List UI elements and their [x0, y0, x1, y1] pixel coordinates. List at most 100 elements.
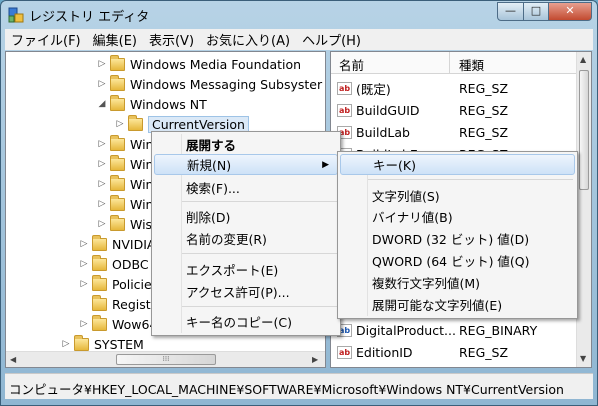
- menu-item-find[interactable]: 検索(F)...: [154, 177, 338, 198]
- menu-item-rename[interactable]: 名前の変更(R): [154, 228, 338, 249]
- list-item[interactable]: ab (既定) REG_SZ: [331, 77, 577, 99]
- submenu-arrow-icon: ▶: [322, 159, 329, 170]
- string-value-icon: ab: [337, 345, 352, 359]
- tree-item-label: CurrentVersion: [148, 115, 249, 133]
- menu-separator: [182, 306, 338, 307]
- value-name: BuildLab: [356, 124, 410, 140]
- value-type: REG_SZ: [459, 344, 509, 360]
- tree-item-label: Windows NT: [130, 96, 207, 112]
- menu-item-new-dword[interactable]: DWORD (32 ビット) 値(D): [340, 228, 575, 249]
- menu-bar: ファイル(F) 編集(E) 表示(V) お気に入り(A) ヘルプ(H): [5, 29, 593, 50]
- menu-item-new-expandable-string[interactable]: 展開可能な文字列値(E): [340, 294, 575, 315]
- menu-view[interactable]: 表示(V): [143, 30, 200, 49]
- list-item[interactable]: ab BuildLab REG_SZ: [331, 121, 577, 143]
- value-name: EditionID: [356, 344, 413, 360]
- folder-icon: [110, 54, 125, 71]
- expand-arrow-icon[interactable]: ▷: [96, 159, 108, 169]
- expand-arrow-icon[interactable]: ▷: [78, 239, 90, 249]
- menu-file[interactable]: ファイル(F): [5, 30, 87, 49]
- menu-item-new-string[interactable]: 文字列値(S): [340, 185, 575, 206]
- scrollbar-thumb[interactable]: ⁞⁞⁞: [116, 354, 216, 365]
- expand-arrow-icon[interactable]: ▷: [60, 339, 72, 349]
- expand-arrow-icon[interactable]: ▷: [78, 279, 90, 289]
- scroll-right-icon[interactable]: ▶: [312, 355, 318, 364]
- menu-edit[interactable]: 編集(E): [87, 30, 143, 49]
- expand-arrow-icon[interactable]: ▷: [96, 179, 108, 189]
- menu-favorites[interactable]: お気に入り(A): [200, 30, 296, 49]
- folder-open-icon: [110, 94, 125, 111]
- folder-icon: [92, 274, 107, 291]
- tree-item[interactable]: ▷ Windows Media Foundation: [96, 54, 301, 74]
- expand-arrow-icon[interactable]: ▷: [78, 259, 90, 269]
- menu-item-new[interactable]: 新規(N) ▶: [154, 154, 338, 175]
- folder-icon: [110, 214, 125, 231]
- scroll-down-icon[interactable]: ▼: [580, 354, 586, 363]
- value-type: REG_BINARY: [459, 322, 538, 338]
- menu-separator: [182, 201, 338, 202]
- menu-separator: [182, 253, 338, 254]
- column-header-type[interactable]: 種類: [459, 55, 484, 74]
- expand-arrow-icon[interactable]: ▷: [78, 319, 90, 329]
- list-item[interactable]: ab DigitalProduct... REG_BINARY: [331, 319, 577, 341]
- menu-item-new-key[interactable]: キー(K): [340, 154, 575, 175]
- tree-item[interactable]: ▷ Windows Messaging Subsyster: [96, 74, 322, 94]
- list-item[interactable]: ab EditionID REG_SZ: [331, 341, 577, 363]
- maximize-button[interactable]: □: [523, 2, 549, 21]
- value-name: BuildGUID: [356, 102, 420, 118]
- title-bar[interactable]: レジストリ エディタ — □ ✕: [1, 1, 597, 29]
- column-header-name[interactable]: 名前: [339, 55, 364, 74]
- scrollbar-thumb[interactable]: [579, 70, 589, 190]
- menu-separator: [368, 179, 573, 180]
- menu-item-new-binary[interactable]: バイナリ値(B): [340, 206, 575, 227]
- string-value-icon: ab: [337, 81, 352, 95]
- tree-item[interactable]: ▷ Policies: [78, 274, 158, 294]
- status-bar: コンピュータ¥HKEY_LOCAL_MACHINE¥SOFTWARE¥Micro…: [5, 373, 593, 399]
- collapse-arrow-icon[interactable]: ◢: [96, 99, 108, 109]
- tree-item-windows-nt[interactable]: ◢ Windows NT: [96, 94, 207, 114]
- tree-item-label: Windows Messaging Subsyster: [130, 76, 323, 92]
- expand-arrow-icon[interactable]: ▷: [114, 119, 126, 129]
- menu-item-label: 新規(N): [187, 158, 232, 173]
- value-name: (既定): [356, 81, 391, 97]
- current-key-path: コンピュータ¥HKEY_LOCAL_MACHINE¥SOFTWARE¥Micro…: [9, 382, 564, 397]
- tree-item[interactable]: Registe: [78, 294, 158, 314]
- tree-horizontal-scrollbar[interactable]: ◀ ⁞⁞⁞ ▶: [6, 351, 325, 367]
- value-name: DigitalProduct...: [356, 322, 456, 338]
- tree-item-label: ODBC: [112, 256, 149, 272]
- list-vertical-scrollbar[interactable]: ▲ ▼: [576, 52, 591, 367]
- menu-item-expand[interactable]: 展開する: [154, 134, 338, 155]
- context-menu: 展開する 新規(N) ▶ 検索(F)... 削除(D) 名前の変更(R) エクス…: [151, 131, 341, 336]
- new-submenu: キー(K) 文字列値(S) バイナリ値(B) DWORD (32 ビット) 値(…: [337, 151, 578, 319]
- tree-item[interactable]: ▷ Wow64: [78, 314, 157, 334]
- menu-item-new-multi-string[interactable]: 複数行文字列値(M): [340, 272, 575, 293]
- folder-icon: [92, 234, 107, 251]
- folder-icon: [92, 314, 107, 331]
- tree-item[interactable]: ▷ NVIDIA: [78, 234, 155, 254]
- folder-icon: [110, 154, 125, 171]
- close-button[interactable]: ✕: [548, 2, 592, 21]
- tree-item[interactable]: ▷ ODBC: [78, 254, 149, 274]
- list-header: 名前 種類: [331, 52, 577, 74]
- expand-arrow-icon[interactable]: ▷: [96, 139, 108, 149]
- folder-icon: [110, 194, 125, 211]
- menu-item-new-qword[interactable]: QWORD (64 ビット) 値(Q): [340, 250, 575, 271]
- expand-arrow-icon[interactable]: ▷: [96, 219, 108, 229]
- scroll-up-icon[interactable]: ▲: [580, 55, 586, 64]
- menu-item-delete[interactable]: 削除(D): [154, 206, 338, 227]
- tree-item-label: NVIDIA: [112, 236, 156, 252]
- menu-item-copy-key-name[interactable]: キー名のコピー(C): [154, 311, 338, 332]
- menu-item-permissions[interactable]: アクセス許可(P)...: [154, 281, 338, 302]
- menu-help[interactable]: ヘルプ(H): [296, 30, 367, 49]
- expand-arrow-icon[interactable]: ▷: [96, 79, 108, 89]
- scroll-left-icon[interactable]: ◀: [10, 355, 16, 364]
- expand-arrow-icon[interactable]: ▷: [96, 199, 108, 209]
- value-type: REG_SZ: [459, 80, 509, 96]
- list-item[interactable]: ab BuildGUID REG_SZ: [331, 99, 577, 121]
- menu-item-export[interactable]: エクスポート(E): [154, 259, 338, 280]
- column-divider[interactable]: [449, 52, 450, 74]
- expand-arrow-icon[interactable]: ▷: [96, 59, 108, 69]
- value-type: REG_SZ: [459, 124, 509, 140]
- regedit-app-icon: [8, 7, 24, 23]
- folder-icon: [110, 174, 125, 191]
- minimize-button[interactable]: —: [497, 2, 524, 21]
